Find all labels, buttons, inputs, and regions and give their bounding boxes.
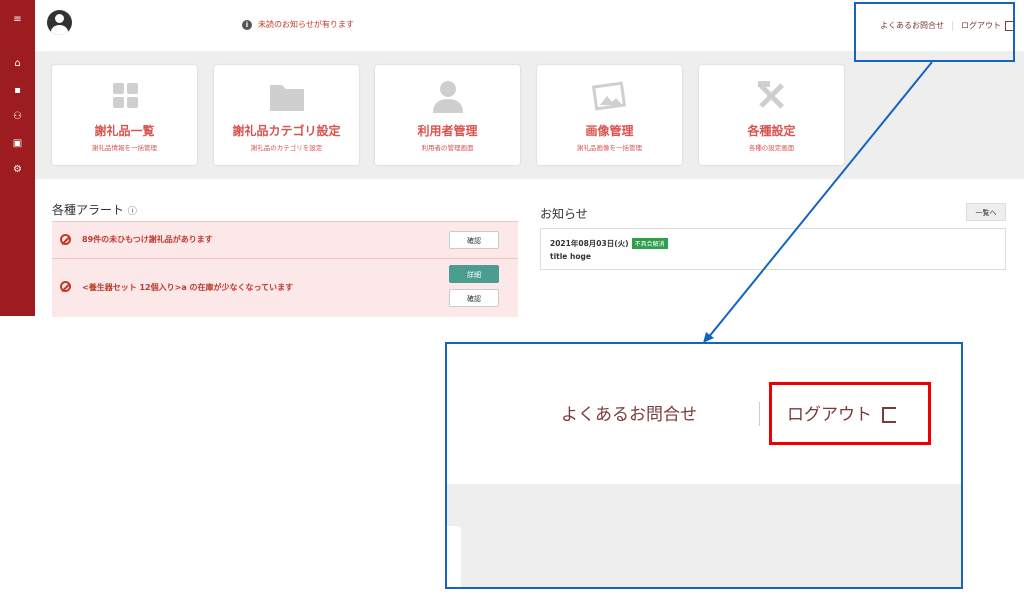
zoom-panel: よくあるお問合せ ログアウト: [445, 342, 963, 589]
zoom-faq-link[interactable]: よくあるお問合せ: [561, 400, 697, 425]
highlight-box: [769, 382, 931, 445]
zoom-gray-band: [447, 484, 961, 587]
zoom-separator: [759, 402, 760, 426]
zoom-card-edge: [447, 526, 461, 587]
